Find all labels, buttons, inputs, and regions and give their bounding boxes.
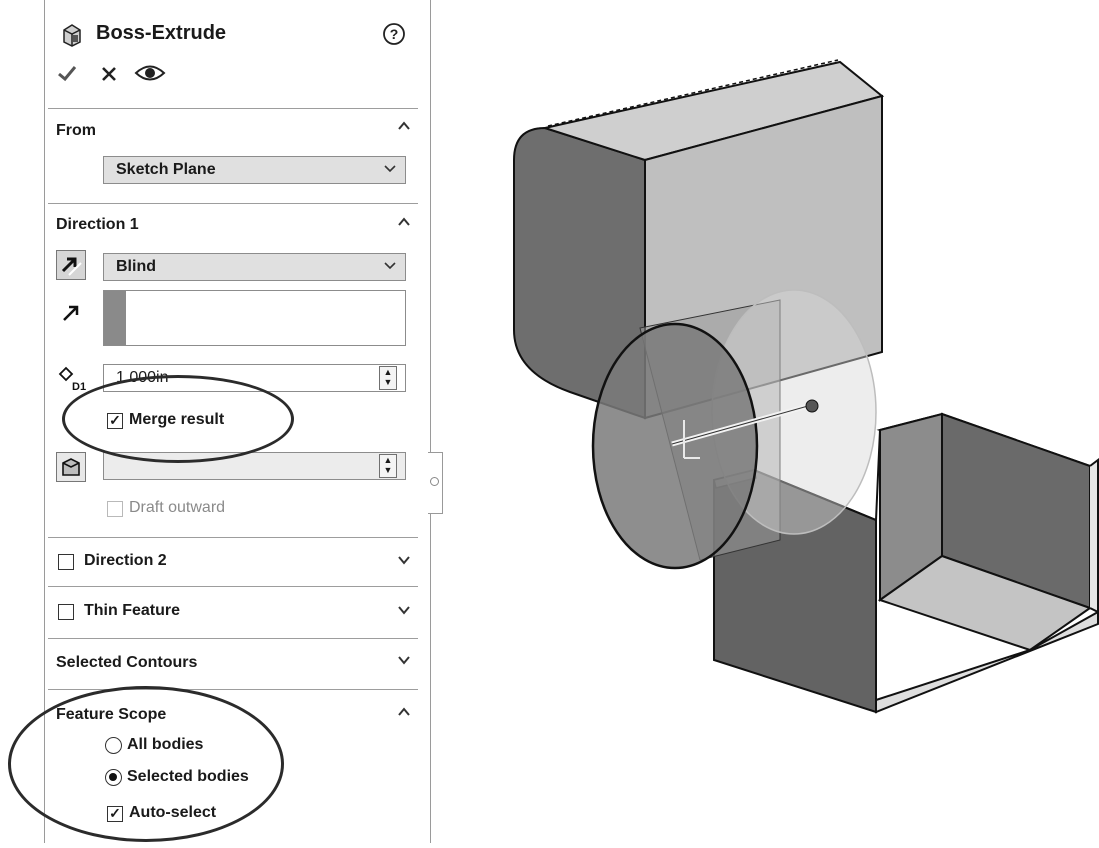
direction-arrow-icon xyxy=(60,302,82,324)
chevron-down-icon[interactable] xyxy=(396,602,412,623)
direction1-section-title: Direction 1 xyxy=(56,216,139,233)
chevron-down-icon xyxy=(383,161,397,178)
reverse-direction-button[interactable] xyxy=(56,250,86,280)
chevron-down-icon xyxy=(383,258,397,275)
draft-spinner[interactable]: ▲ ▼ xyxy=(379,454,397,478)
svg-text:D1: D1 xyxy=(72,381,86,392)
selection-color-bar xyxy=(104,291,126,345)
auto-select-checkbox[interactable]: ✓ xyxy=(107,806,123,822)
graphics-viewport[interactable] xyxy=(450,0,1099,843)
draft-outward-checkbox[interactable] xyxy=(107,501,123,517)
chevron-up-icon[interactable] xyxy=(396,118,412,139)
draft-angle-input[interactable]: ▲ ▼ xyxy=(103,452,406,480)
help-icon[interactable]: ? xyxy=(382,22,406,46)
selected-bodies-label: Selected bodies xyxy=(127,768,249,785)
depth-spinner[interactable]: ▲ ▼ xyxy=(379,366,397,390)
thin-feature-checkbox[interactable] xyxy=(58,604,74,620)
chevron-up-icon[interactable] xyxy=(396,214,412,235)
divider xyxy=(48,108,418,109)
preview-button[interactable] xyxy=(134,62,166,84)
cancel-button[interactable] xyxy=(99,64,119,84)
depth-icon: D1 xyxy=(58,364,92,393)
draft-icon xyxy=(62,458,80,476)
all-bodies-label: All bodies xyxy=(127,736,204,753)
chevron-down-icon[interactable] xyxy=(396,552,412,573)
merge-result-checkbox[interactable]: ✓ xyxy=(107,413,123,429)
auto-select-label: Auto-select xyxy=(129,804,217,821)
direction2-section-title: Direction 2 xyxy=(84,552,167,569)
direction2-checkbox[interactable] xyxy=(58,554,74,570)
divider xyxy=(48,689,418,690)
selected-contours-section-title: Selected Contours xyxy=(56,654,198,671)
merge-result-label: Merge result xyxy=(129,411,225,428)
divider xyxy=(48,638,418,639)
end-condition-value: Blind xyxy=(116,258,156,275)
from-select[interactable]: Sketch Plane xyxy=(103,156,406,184)
depth-input[interactable]: 1.000in ▲ ▼ xyxy=(103,364,406,392)
chevron-down-icon[interactable] xyxy=(396,652,412,673)
chevron-up-icon[interactable] xyxy=(396,704,412,725)
close-icon xyxy=(102,67,116,81)
divider xyxy=(48,537,418,538)
from-select-value: Sketch Plane xyxy=(116,161,216,178)
draft-outward-label: Draft outward xyxy=(129,499,226,516)
eye-icon xyxy=(134,65,166,81)
divider xyxy=(48,586,418,587)
panel-resize-handle[interactable] xyxy=(428,452,443,514)
feature-scope-section-title: Feature Scope xyxy=(56,706,167,723)
svg-text:?: ? xyxy=(390,26,399,42)
direction-reference-field[interactable] xyxy=(103,290,406,346)
depth-value: 1.000in xyxy=(116,369,169,386)
divider xyxy=(48,203,418,204)
selected-bodies-radio[interactable] xyxy=(105,769,122,786)
checkmark-icon xyxy=(58,66,77,82)
ok-button[interactable] xyxy=(56,62,78,84)
all-bodies-radio[interactable] xyxy=(105,737,122,754)
boss-extrude-icon xyxy=(58,20,86,48)
draft-toggle-button[interactable] xyxy=(56,452,86,482)
page-title: Boss-Extrude xyxy=(96,22,227,44)
from-section-title: From xyxy=(56,122,96,139)
thin-feature-section-title: Thin Feature xyxy=(84,602,181,619)
end-condition-select[interactable]: Blind xyxy=(103,253,406,281)
reverse-direction-icon xyxy=(61,257,82,276)
